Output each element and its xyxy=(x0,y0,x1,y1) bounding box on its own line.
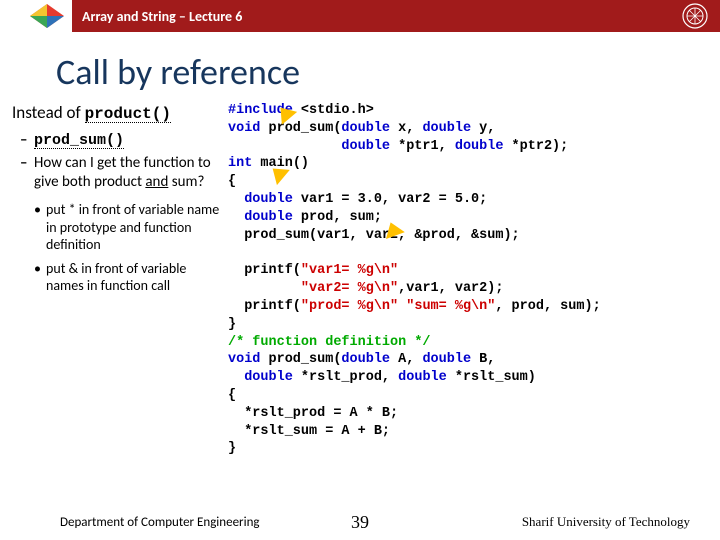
c10c: ,var1, var2); xyxy=(398,281,503,296)
c3a xyxy=(228,139,341,154)
c19: } xyxy=(228,441,236,456)
kw-int: int xyxy=(228,156,252,171)
str3: "prod= %g\n" "sum= %g\n" xyxy=(301,299,495,314)
c18: *rslt_sum = A + B; xyxy=(228,424,390,439)
c7a xyxy=(228,210,244,225)
kw-d5: double xyxy=(244,192,293,207)
c2d: x, xyxy=(390,121,422,136)
c5: { xyxy=(228,174,236,189)
dash-item-1: prod_sum() xyxy=(20,131,224,150)
logo-right-icon xyxy=(682,3,708,29)
kw-d6: double xyxy=(244,210,293,225)
c15c: *rslt_prod, xyxy=(293,370,398,385)
kw-d8: double xyxy=(422,352,471,367)
d2-text-c: sum? xyxy=(168,173,204,191)
c14f: B, xyxy=(471,352,495,367)
kw-d2: double xyxy=(422,121,471,136)
header-title: Array and String – Lecture 6 xyxy=(82,8,242,25)
instead-code: product() xyxy=(85,106,171,123)
c10a xyxy=(228,281,301,296)
c12: } xyxy=(228,317,236,332)
c15e: *rslt_sum) xyxy=(447,370,536,385)
c17: *rslt_prod = A * B; xyxy=(228,406,398,421)
c6a xyxy=(228,192,244,207)
d2-underline: and xyxy=(145,173,168,191)
c9a: printf( xyxy=(228,263,301,278)
blank1 xyxy=(228,246,236,261)
c14b: prod_sum( xyxy=(260,352,341,367)
bullet-item-1: put * in front of variable name in proto… xyxy=(34,201,224,254)
c11c: , prod, sum); xyxy=(495,299,600,314)
str2: "var2= %g\n" xyxy=(301,281,398,296)
c16: { xyxy=(228,388,236,403)
str1: "var1= %g\n" xyxy=(301,263,398,278)
kw-d1: double xyxy=(341,121,390,136)
comment: /* function definition */ xyxy=(228,335,431,350)
kw-void1: void xyxy=(228,121,260,136)
instead-line: Instead of product() xyxy=(12,102,224,123)
logo-left-icon xyxy=(26,0,68,34)
c2b: prod_sum( xyxy=(260,121,341,136)
c7c: prod, sum; xyxy=(293,210,382,225)
c14d: A, xyxy=(390,352,422,367)
stdio: <stdio.h> xyxy=(301,103,374,118)
left-column: Instead of product() prod_sum() How can … xyxy=(12,102,224,458)
c2f: y, xyxy=(471,121,495,136)
header-bar: Array and String – Lecture 6 xyxy=(0,0,720,32)
bullet-list: put * in front of variable name in proto… xyxy=(34,201,224,295)
kw-d10: double xyxy=(398,370,447,385)
instead-prefix: Instead of xyxy=(12,102,85,123)
c11a: printf( xyxy=(228,299,301,314)
c3e: *ptr2); xyxy=(503,139,568,154)
code-block: #include <stdio.h> void prod_sum(double … xyxy=(228,102,700,458)
footer: Department of Computer Engineering 39 Sh… xyxy=(0,514,720,530)
kw-d3: double xyxy=(341,139,390,154)
dash-list: prod_sum() How can I get the function to… xyxy=(20,131,224,191)
c8: prod_sum(var1, var2, &prod, &sum); xyxy=(228,228,520,243)
slide-title: Call by reference xyxy=(56,50,720,94)
footer-right: Sharif University of Technology xyxy=(522,514,690,530)
c6c: var1 = 3.0, var2 = 5.0; xyxy=(293,192,487,207)
footer-left: Department of Computer Engineering xyxy=(60,515,260,530)
kw-void2: void xyxy=(228,352,260,367)
kw-d4: double xyxy=(455,139,504,154)
page-number: 39 xyxy=(351,512,369,533)
content-area: Instead of product() prod_sum() How can … xyxy=(0,102,720,458)
bullet-item-2: put & in front of variable names in func… xyxy=(34,260,224,295)
c3c: *ptr1, xyxy=(390,139,455,154)
dash-item-2: How can I get the function to give both … xyxy=(20,154,224,192)
c15a xyxy=(228,370,244,385)
kw-d7: double xyxy=(341,352,390,367)
kw-d9: double xyxy=(244,370,293,385)
prod-sum-code: prod_sum() xyxy=(34,133,124,149)
